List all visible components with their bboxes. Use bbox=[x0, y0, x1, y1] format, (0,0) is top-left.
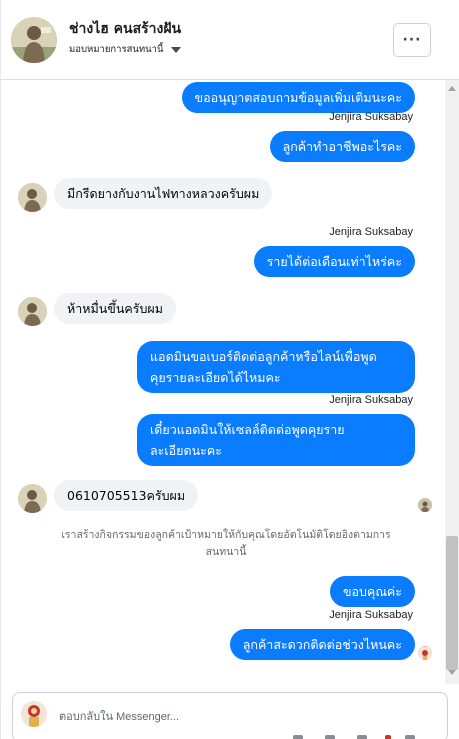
thread-scrollbar[interactable] bbox=[445, 80, 459, 684]
scroll-up-arrow-icon[interactable] bbox=[448, 86, 456, 91]
conversation-header: ช่างไฮ คนสร้างฝัน มอบหมายการสนทนานี้ ··· bbox=[1, 0, 459, 80]
caret-down-icon bbox=[170, 46, 181, 53]
page-avatar[interactable] bbox=[11, 17, 57, 63]
message-thread: ขออนุญาตสอบถามข้อมูลเพิ่มเติมนะคะ Jenjir… bbox=[1, 80, 445, 684]
message-bubble-outgoing: ลูกค้าสะดวกติดต่อช่วงไหนคะ bbox=[229, 629, 415, 660]
message-line: เดี๋ยวแอดมินให้เซลล์ติดต่อพูดคุยราย bbox=[150, 422, 345, 437]
assign-label: มอบหมายการสนทนานี้ bbox=[69, 44, 164, 55]
message-bubble-incoming: มีกรีดยางกับงานไฟทางหลวงครับผม bbox=[54, 178, 273, 209]
message-bubble-outgoing: แอดมินขอเบอร์ติดต่อลูกค้าหรือไลน์เพื่อพู… bbox=[137, 341, 415, 393]
message-bubble-outgoing: ลูกค้าทำอาชีพอะไรคะ bbox=[269, 131, 415, 162]
system-notice: เราสร้างกิจกรรมของลูกค้าเป้าหมายให้กับคุ… bbox=[26, 527, 426, 561]
responder-avatar bbox=[21, 701, 47, 727]
image-icon[interactable] bbox=[325, 735, 335, 739]
system-notice-line: สนทนานี้ bbox=[205, 546, 247, 558]
customer-avatar bbox=[18, 183, 47, 212]
message-line: ละเอียดนะคะ bbox=[150, 443, 222, 458]
sender-name: Jenjira Suksabay bbox=[329, 111, 413, 123]
reply-input[interactable]: ตอบกลับใน Messenger... bbox=[59, 707, 179, 725]
gif-icon[interactable] bbox=[357, 735, 367, 739]
more-options-button[interactable]: ··· bbox=[393, 23, 431, 57]
page-name[interactable]: ช่างไฮ คนสร้างฝัน bbox=[69, 18, 181, 40]
scroll-down-arrow-icon[interactable] bbox=[448, 670, 456, 675]
sender-name: Jenjira Suksabay bbox=[329, 226, 413, 238]
messenger-panel: ช่างไฮ คนสร้างฝัน มอบหมายการสนทนานี้ ···… bbox=[0, 0, 459, 739]
message-bubble-outgoing: ขอบคุณค่ะ bbox=[329, 576, 415, 607]
customer-avatar bbox=[18, 297, 47, 326]
attachment-icon[interactable] bbox=[293, 735, 303, 739]
like-icon[interactable] bbox=[405, 735, 415, 739]
system-notice-line: เราสร้างกิจกรรมของลูกค้าเป้าหมายให้กับคุ… bbox=[61, 529, 391, 541]
assign-conversation-dropdown[interactable]: มอบหมายการสนทนานี้ bbox=[69, 42, 181, 57]
sender-name: Jenjira Suksabay bbox=[329, 609, 413, 621]
message-bubble-outgoing: รายได้ต่อเดือนเท่าไหร่คะ bbox=[253, 246, 415, 277]
message-bubble-outgoing: เดี๋ยวแอดมินให้เซลล์ติดต่อพูดคุยราย ละเอ… bbox=[137, 414, 415, 466]
reply-composer[interactable]: ตอบกลับใน Messenger... bbox=[12, 692, 448, 739]
seen-avatar-icon bbox=[418, 498, 432, 512]
message-line: แอดมินขอเบอร์ติดต่อลูกค้าหรือไลน์เพื่อพู… bbox=[150, 349, 377, 364]
sender-name: Jenjira Suksabay bbox=[329, 394, 413, 406]
message-bubble-outgoing: ขออนุญาตสอบถามข้อมูลเพิ่มเติมนะคะ bbox=[181, 82, 415, 113]
scrollbar-thumb[interactable] bbox=[446, 536, 458, 670]
message-line: คุยรายละเอียดได้ไหมคะ bbox=[150, 370, 281, 385]
message-bubble-incoming: 0610705513ครับผม bbox=[54, 480, 199, 511]
sender-avatar-icon bbox=[418, 646, 432, 660]
emoji-icon[interactable] bbox=[385, 735, 391, 739]
customer-avatar bbox=[18, 484, 47, 513]
message-bubble-incoming: ห้าหมื่นขึ้นครับผม bbox=[54, 293, 176, 324]
